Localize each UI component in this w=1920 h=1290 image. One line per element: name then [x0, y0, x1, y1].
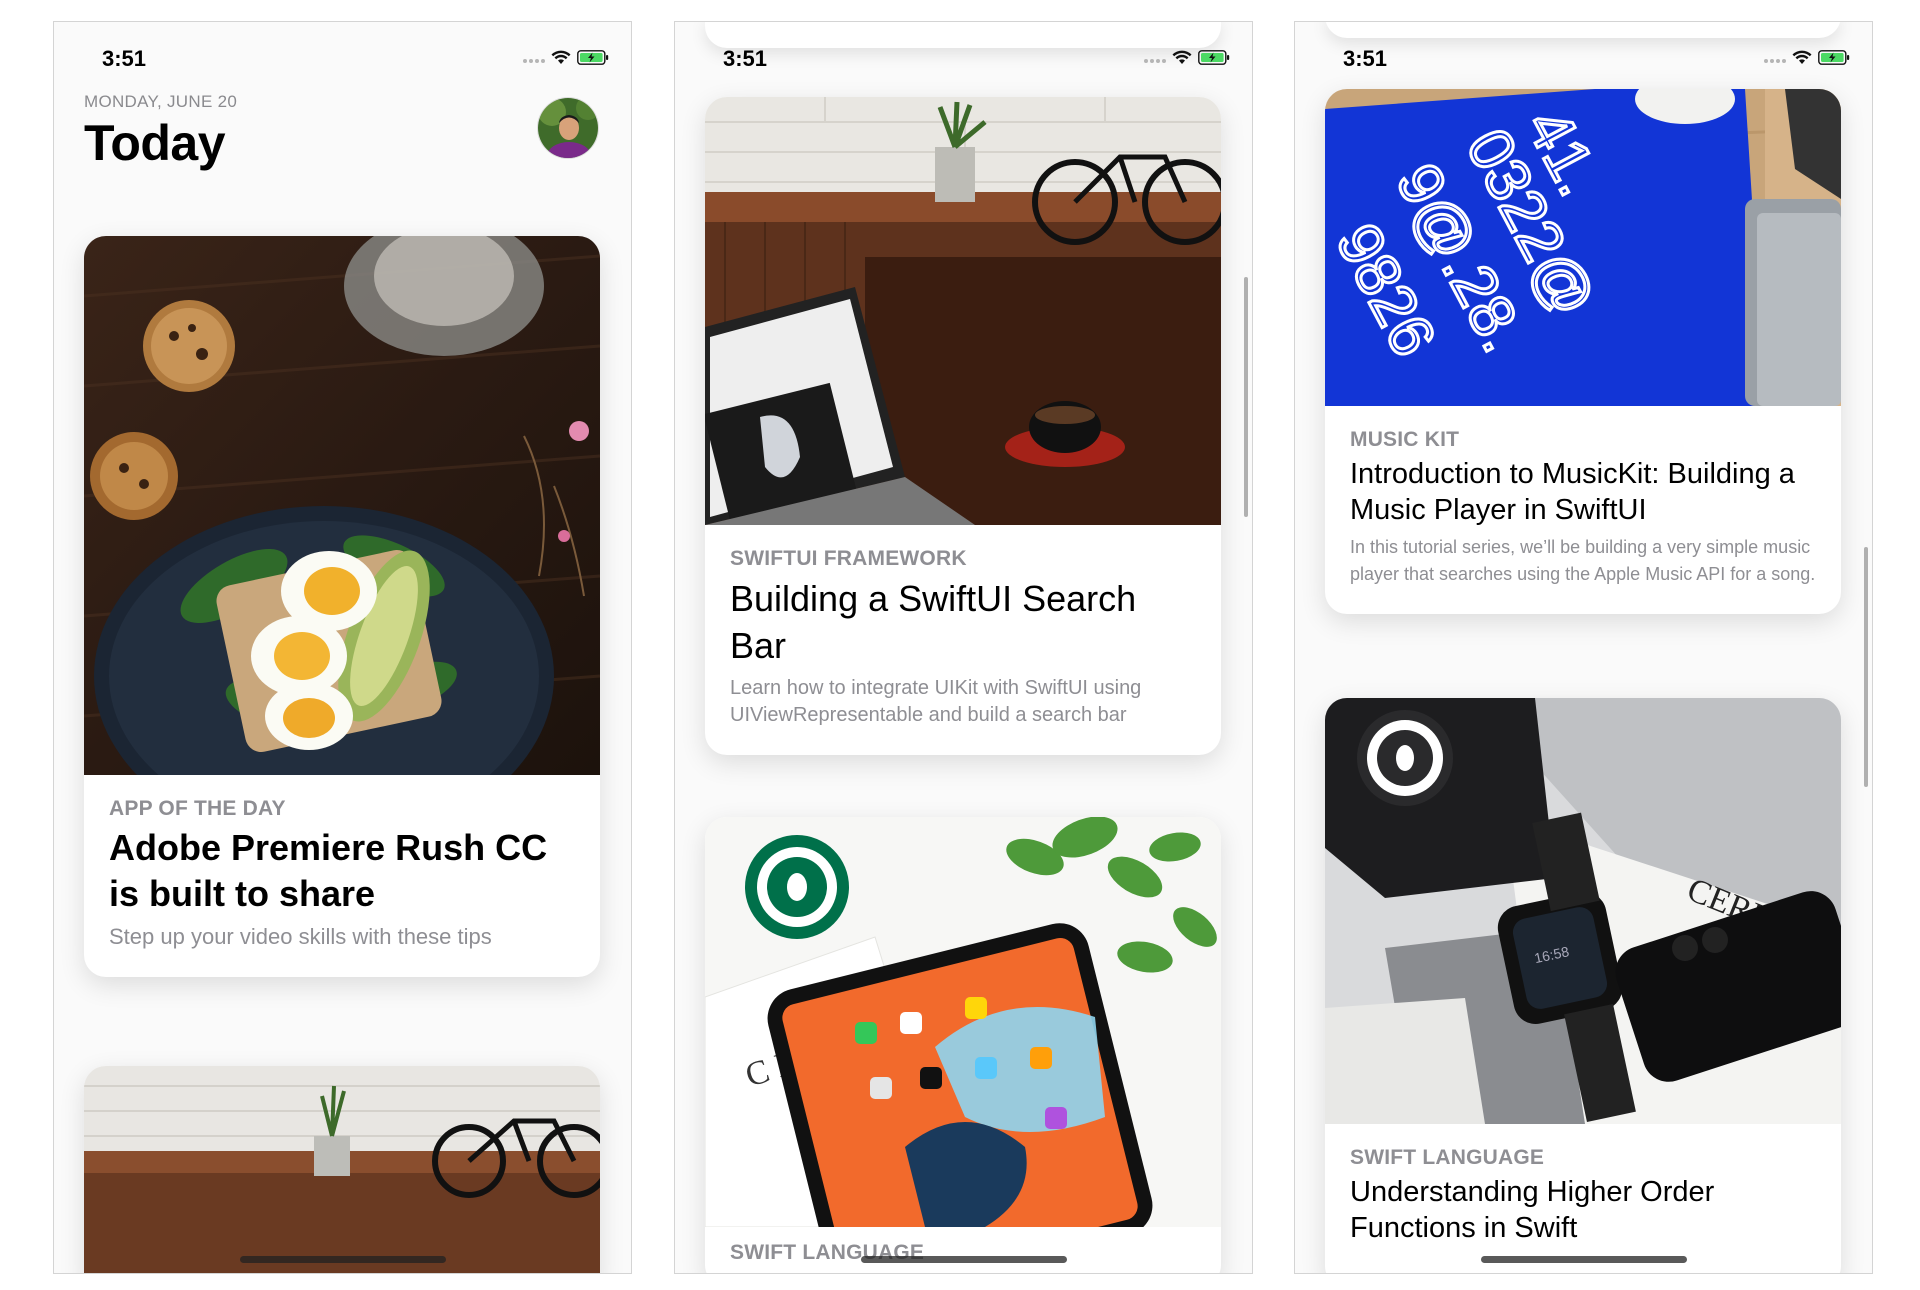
wifi-icon — [551, 50, 571, 65]
status-icons — [1144, 50, 1230, 65]
card-title: Introduction to MusicKit: Building a Mus… — [1350, 458, 1795, 526]
card-swiftui-search-bar[interactable]: SWIFTUI FRAMEWORK Building a SwiftUI Sea… — [705, 97, 1221, 755]
card-subtitle: Step up your video skills with these tip… — [109, 924, 492, 949]
status-time: 3:51 — [1343, 46, 1388, 71]
card-image-desk — [84, 1066, 600, 1273]
card-app-of-the-day[interactable]: APP OF THE DAY Adobe Premiere Rush CC is… — [84, 236, 600, 977]
card-musickit[interactable]: 41. 0322@ 9@.28. 9826 MUSIC KIT Introduc… — [1325, 89, 1841, 614]
status-bar: 3:51 — [54, 22, 631, 92]
card-body: MUSIC KIT Introduction to MusicKit: Buil… — [1325, 406, 1841, 614]
signal-icon — [1764, 53, 1786, 63]
card-image-ipad: C E — [705, 817, 1221, 1227]
status-bar: 3:51 — [675, 22, 1252, 92]
scroll-indicator[interactable] — [1244, 277, 1248, 517]
status-time: 3:51 — [723, 46, 768, 71]
phone-screen-scrolled-more: 3:51 41. 0322@ 9@.28. 9826 MUSIC KIT Int… — [1294, 21, 1873, 1274]
card-higher-order-functions[interactable]: CEREAL 16:58 SWIFT LANGUAGE Understan — [1325, 698, 1841, 1273]
card-image-apple-watch: CEREAL 16:58 — [1325, 698, 1841, 1124]
card-body: SWIFTUI FRAMEWORK Building a SwiftUI Sea… — [705, 525, 1221, 755]
home-indicator — [861, 1256, 1067, 1263]
scroll-indicator[interactable] — [1864, 547, 1868, 787]
home-indicator — [1481, 1256, 1687, 1263]
card-body: SWIFT LANGUAGE — [705, 1227, 1221, 1273]
card-desk-preview[interactable] — [84, 1066, 600, 1273]
card-category: SWIFTUI FRAMEWORK — [730, 547, 967, 570]
card-category: SWIFT LANGUAGE — [1350, 1146, 1545, 1169]
status-bar: 3:51 — [1295, 22, 1872, 92]
battery-charging-icon — [1818, 50, 1850, 65]
card-title: Adobe Premiere Rush CC is built to share — [109, 827, 548, 914]
phone-screen-today: 3:51 MONDAY, JUNE 20 Today APP OF THE DA… — [53, 21, 632, 1274]
home-indicator — [240, 1256, 446, 1263]
card-category: MUSIC KIT — [1350, 428, 1460, 451]
page-title: Today — [84, 115, 226, 171]
battery-charging-icon — [577, 50, 609, 65]
phone-screen-scrolled: 3:51 SWIFTUI FRAMEWORK Building a SwiftU… — [674, 21, 1253, 1274]
card-title: Building a SwiftUI Search Bar — [730, 578, 1137, 666]
status-icons — [1764, 50, 1850, 65]
wifi-icon — [1792, 50, 1812, 65]
card-body: APP OF THE DAY Adobe Premiere Rush CC is… — [84, 775, 600, 977]
status-icons — [523, 50, 609, 65]
card-category: APP OF THE DAY — [109, 797, 286, 820]
card-body: SWIFT LANGUAGE Understanding Higher Orde… — [1325, 1124, 1841, 1272]
card-image-desk-laptop — [705, 97, 1221, 525]
card-image-food — [84, 236, 600, 775]
wifi-icon — [1172, 50, 1192, 65]
card-title: Understanding Higher Order Functions in … — [1350, 1176, 1715, 1244]
signal-icon — [1144, 53, 1166, 63]
signal-icon — [523, 53, 545, 63]
card-image-blue-book: 41. 0322@ 9@.28. 9826 — [1325, 89, 1841, 406]
card-swift-language[interactable]: C E SWIFT LANGUAGE — [705, 817, 1221, 1273]
date-label: MONDAY, JUNE 20 — [84, 92, 238, 111]
card-subtitle: In this tutorial series, we’ll be buildi… — [1350, 537, 1816, 584]
status-time: 3:51 — [102, 46, 147, 71]
card-subtitle: Learn how to integrate UIKit with SwiftU… — [730, 677, 1142, 726]
profile-avatar[interactable] — [537, 97, 599, 159]
battery-charging-icon — [1198, 50, 1230, 65]
